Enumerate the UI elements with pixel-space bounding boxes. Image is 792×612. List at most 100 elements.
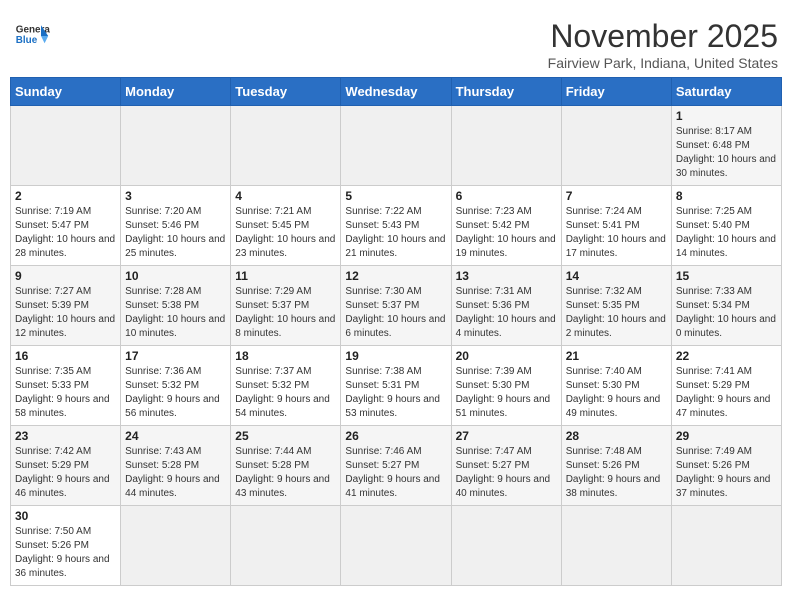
day-number: 17 (125, 349, 226, 363)
table-row (231, 506, 341, 586)
day-number: 16 (15, 349, 116, 363)
header-thursday: Thursday (451, 78, 561, 106)
header-wednesday: Wednesday (341, 78, 451, 106)
day-info: Sunrise: 7:50 AM Sunset: 5:26 PM Dayligh… (15, 525, 116, 581)
table-row: 18 Sunrise: 7:37 AM Sunset: 5:32 PM Dayli… (231, 346, 341, 426)
day-info: Sunrise: 7:42 AM Sunset: 5:29 PM Dayligh… (15, 445, 116, 501)
day-number: 23 (15, 429, 116, 443)
logo-icon: General Blue (14, 18, 50, 54)
title-block: November 2025 Fairview Park, Indiana, Un… (548, 18, 778, 71)
day-info: Sunrise: 7:20 AM Sunset: 5:46 PM Dayligh… (125, 205, 226, 261)
location: Fairview Park, Indiana, United States (548, 55, 778, 71)
day-number: 1 (676, 109, 777, 123)
table-row: 7Sunrise: 7:24 AM Sunset: 5:41 PM Daylig… (561, 186, 671, 266)
header-saturday: Saturday (671, 78, 781, 106)
table-row: 23 Sunrise: 7:42 AM Sunset: 5:29 PM Dayli… (11, 426, 121, 506)
day-number: 11 (235, 269, 336, 283)
header-monday: Monday (121, 78, 231, 106)
day-number: 28 (566, 429, 667, 443)
table-row: 28 Sunrise: 7:48 AM Sunset: 5:26 PM Dayli… (561, 426, 671, 506)
day-number: 18 (235, 349, 336, 363)
table-row: 22 Sunrise: 7:41 AM Sunset: 5:29 PM Dayli… (671, 346, 781, 426)
day-number: 3 (125, 189, 226, 203)
table-row (561, 106, 671, 186)
table-row: 1 Sunrise: 8:17 AM Sunset: 6:48 PM Daylig… (671, 106, 781, 186)
day-number: 15 (676, 269, 777, 283)
day-number: 29 (676, 429, 777, 443)
day-number: 8 (676, 189, 777, 203)
table-row: 5 Sunrise: 7:22 AM Sunset: 5:43 PM Daylig… (341, 186, 451, 266)
table-row (341, 106, 451, 186)
header-tuesday: Tuesday (231, 78, 341, 106)
day-info: Sunrise: 7:30 AM Sunset: 5:37 PM Dayligh… (345, 285, 446, 341)
day-info: Sunrise: 7:47 AM Sunset: 5:27 PM Dayligh… (456, 445, 557, 501)
table-row: 6Sunrise: 7:23 AM Sunset: 5:42 PM Daylig… (451, 186, 561, 266)
table-row: 10Sunrise: 7:28 AM Sunset: 5:38 PM Dayli… (121, 266, 231, 346)
day-info: Sunrise: 7:38 AM Sunset: 5:31 PM Dayligh… (345, 365, 446, 421)
day-info: Sunrise: 7:23 AM Sunset: 5:42 PM Dayligh… (456, 205, 557, 261)
day-info: Sunrise: 7:37 AM Sunset: 5:32 PM Dayligh… (235, 365, 336, 421)
day-info: Sunrise: 7:19 AM Sunset: 5:47 PM Dayligh… (15, 205, 116, 261)
table-row: 15Sunrise: 7:33 AM Sunset: 5:34 PM Dayli… (671, 266, 781, 346)
table-row (451, 506, 561, 586)
day-info: Sunrise: 7:36 AM Sunset: 5:32 PM Dayligh… (125, 365, 226, 421)
day-number: 4 (235, 189, 336, 203)
header-friday: Friday (561, 78, 671, 106)
table-row (11, 106, 121, 186)
day-info: Sunrise: 7:40 AM Sunset: 5:30 PM Dayligh… (566, 365, 667, 421)
day-number: 27 (456, 429, 557, 443)
table-row: 24 Sunrise: 7:43 AM Sunset: 5:28 PM Dayli… (121, 426, 231, 506)
table-row: 12 Sunrise: 7:30 AM Sunset: 5:37 PM Dayli… (341, 266, 451, 346)
day-info: Sunrise: 7:25 AM Sunset: 5:40 PM Dayligh… (676, 205, 777, 261)
day-info: Sunrise: 7:39 AM Sunset: 5:30 PM Dayligh… (456, 365, 557, 421)
day-info: Sunrise: 7:31 AM Sunset: 5:36 PM Dayligh… (456, 285, 557, 341)
table-row (121, 106, 231, 186)
day-number: 2 (15, 189, 116, 203)
day-info: Sunrise: 8:17 AM Sunset: 6:48 PM Dayligh… (676, 125, 777, 181)
day-number: 25 (235, 429, 336, 443)
table-row: 14Sunrise: 7:32 AM Sunset: 5:35 PM Dayli… (561, 266, 671, 346)
day-info: Sunrise: 7:21 AM Sunset: 5:45 PM Dayligh… (235, 205, 336, 261)
table-row (121, 506, 231, 586)
day-number: 20 (456, 349, 557, 363)
table-row: 2 Sunrise: 7:19 AM Sunset: 5:47 PM Daylig… (11, 186, 121, 266)
day-number: 21 (566, 349, 667, 363)
calendar-table: Sunday Monday Tuesday Wednesday Thursday… (10, 77, 782, 586)
table-row: 4 Sunrise: 7:21 AM Sunset: 5:45 PM Daylig… (231, 186, 341, 266)
table-row: 26 Sunrise: 7:46 AM Sunset: 5:27 PM Dayli… (341, 426, 451, 506)
day-info: Sunrise: 7:29 AM Sunset: 5:37 PM Dayligh… (235, 285, 336, 341)
day-number: 12 (345, 269, 446, 283)
table-row: 8 Sunrise: 7:25 AM Sunset: 5:40 PM Daylig… (671, 186, 781, 266)
table-row: 13 Sunrise: 7:31 AM Sunset: 5:36 PM Dayli… (451, 266, 561, 346)
day-number: 14 (566, 269, 667, 283)
table-row: 16 Sunrise: 7:35 AM Sunset: 5:33 PM Dayli… (11, 346, 121, 426)
day-number: 22 (676, 349, 777, 363)
day-info: Sunrise: 7:35 AM Sunset: 5:33 PM Dayligh… (15, 365, 116, 421)
day-number: 13 (456, 269, 557, 283)
day-info: Sunrise: 7:41 AM Sunset: 5:29 PM Dayligh… (676, 365, 777, 421)
weekday-header-row: Sunday Monday Tuesday Wednesday Thursday… (11, 78, 782, 106)
day-info: Sunrise: 7:44 AM Sunset: 5:28 PM Dayligh… (235, 445, 336, 501)
table-row: 9Sunrise: 7:27 AM Sunset: 5:39 PM Daylig… (11, 266, 121, 346)
svg-text:Blue: Blue (16, 35, 38, 46)
table-row: 19Sunrise: 7:38 AM Sunset: 5:31 PM Dayli… (341, 346, 451, 426)
table-row: 11 Sunrise: 7:29 AM Sunset: 5:37 PM Dayli… (231, 266, 341, 346)
table-row: 21 Sunrise: 7:40 AM Sunset: 5:30 PM Dayli… (561, 346, 671, 426)
header-sunday: Sunday (11, 78, 121, 106)
table-row (671, 506, 781, 586)
day-info: Sunrise: 7:49 AM Sunset: 5:26 PM Dayligh… (676, 445, 777, 501)
day-number: 24 (125, 429, 226, 443)
day-number: 26 (345, 429, 446, 443)
day-info: Sunrise: 7:48 AM Sunset: 5:26 PM Dayligh… (566, 445, 667, 501)
table-row: 20 Sunrise: 7:39 AM Sunset: 5:30 PM Dayli… (451, 346, 561, 426)
day-info: Sunrise: 7:46 AM Sunset: 5:27 PM Dayligh… (345, 445, 446, 501)
day-number: 9 (15, 269, 116, 283)
table-row: 17 Sunrise: 7:36 AM Sunset: 5:32 PM Dayli… (121, 346, 231, 426)
day-info: Sunrise: 7:22 AM Sunset: 5:43 PM Dayligh… (345, 205, 446, 261)
day-info: Sunrise: 7:43 AM Sunset: 5:28 PM Dayligh… (125, 445, 226, 501)
logo: General Blue (14, 18, 50, 54)
day-number: 5 (345, 189, 446, 203)
table-row: 29 Sunrise: 7:49 AM Sunset: 5:26 PM Dayli… (671, 426, 781, 506)
table-row: 25 Sunrise: 7:44 AM Sunset: 5:28 PM Dayli… (231, 426, 341, 506)
month-title: November 2025 (548, 18, 778, 55)
